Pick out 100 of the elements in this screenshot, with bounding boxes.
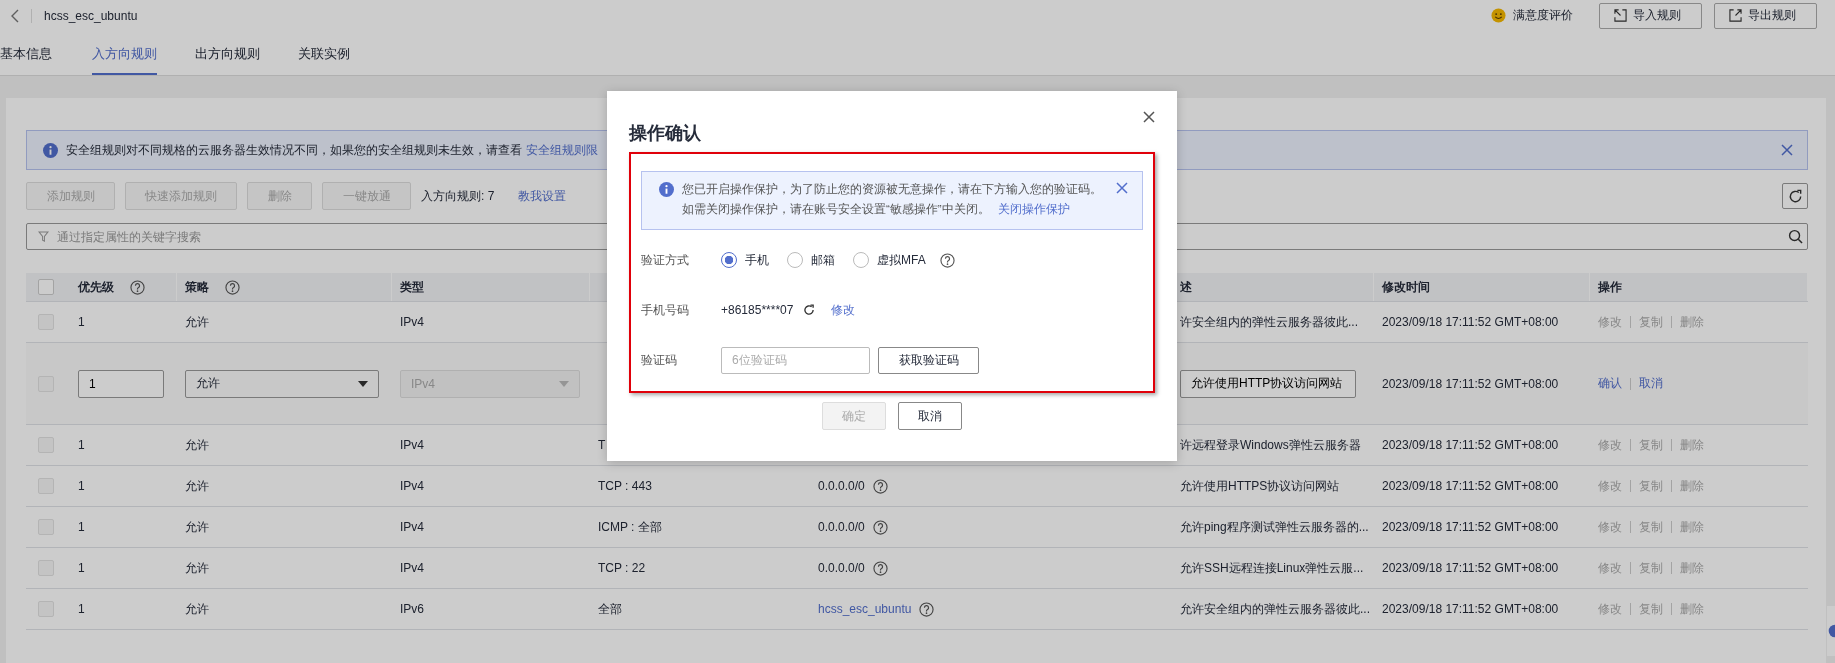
feedback-link[interactable]: 满意度评价 (1513, 7, 1573, 25)
table-cell: IPv6 (400, 602, 424, 616)
table-cell: 1 (78, 602, 85, 616)
info-icon (659, 182, 674, 197)
table-cell: 允许 (185, 518, 209, 536)
import-button[interactable]: 导入规则 (1599, 2, 1702, 29)
table-cell: 允许ping程序测试弹性云服务器的... (1180, 518, 1369, 536)
tab[interactable]: 出方向规则 (195, 31, 260, 75)
table-cell: 允许安全组内的弹性云服务器彼此... (1180, 600, 1370, 618)
field-label: 手机号码 (641, 301, 690, 319)
smiley-icon[interactable] (1491, 8, 1506, 24)
table-cell: 2023/09/18 17:11:52 GMT+08:00 (1382, 438, 1559, 452)
action-link[interactable]: 确认 (1598, 375, 1622, 392)
table-cell: IPv4 (400, 479, 424, 493)
field-label: 验证码 (641, 351, 678, 369)
export-icon (1729, 9, 1742, 23)
radio-button[interactable] (721, 252, 737, 268)
column-header: 类型 (400, 278, 424, 296)
table-cell: 1 (78, 520, 85, 534)
notice-text: 如需关闭操作保护，请在账号安全设置“敏感操作”中关闭。 (682, 203, 990, 215)
description-input[interactable]: 允许使用HTTP协议访问网站 (1180, 369, 1356, 398)
table-cell: 全部 (598, 600, 622, 618)
table-cell: 2023/09/18 17:11:52 GMT+08:00 (1382, 602, 1559, 616)
table-cell: TCP : 443 (598, 479, 652, 493)
table-cell: 允许 (185, 436, 209, 454)
source-link[interactable]: hcss_esc_ubuntu (818, 602, 912, 616)
table-cell: 1 (78, 561, 85, 575)
code-input[interactable]: 6位验证码 (721, 346, 870, 374)
help-icon[interactable] (872, 560, 888, 576)
help-icon[interactable] (919, 601, 935, 617)
get-code-button[interactable]: 获取验证码 (878, 346, 979, 374)
rule-count: 入方向规则: 7 (421, 187, 495, 205)
checkbox[interactable] (38, 478, 54, 494)
table-cell: 2023/09/18 17:11:52 GMT+08:00 (1382, 376, 1559, 391)
table-cell: T (598, 438, 606, 452)
search-icon[interactable] (1788, 229, 1803, 244)
table-cell: 2023/09/18 17:11:52 GMT+08:00 (1382, 520, 1559, 534)
cancel-button[interactable]: 取消 (898, 402, 962, 430)
back-icon[interactable] (10, 8, 19, 23)
column-header: 操作 (1598, 278, 1622, 296)
table-cell: IPv4 (400, 438, 424, 452)
table-cell: 允许 (185, 477, 209, 495)
table-cell: IPv4 (400, 315, 424, 329)
help-icon[interactable] (872, 519, 888, 535)
radio-label[interactable]: 邮箱 (811, 251, 835, 269)
phone-number: +86185****07 (721, 303, 794, 317)
help-icon[interactable] (130, 279, 145, 295)
table-cell: 2023/09/18 17:11:52 GMT+08:00 (1382, 561, 1559, 575)
dialog-title: 操作确认 (629, 122, 701, 145)
page-title: hcss_esc_ubuntu (44, 8, 138, 23)
priority-input[interactable]: 1 (78, 369, 164, 398)
import-icon (1614, 9, 1627, 23)
notice-link[interactable]: 关闭操作保护 (997, 203, 1070, 215)
field-label: 验证方式 (641, 251, 690, 269)
table-cell: 0.0.0.0/0 (818, 520, 865, 534)
table-cell: 允许SSH远程连接Linux弹性云服... (1180, 559, 1364, 577)
table-cell: 0.0.0.0/0 (818, 479, 865, 493)
tab[interactable]: 关联实例 (298, 31, 350, 75)
close-icon[interactable] (1116, 182, 1128, 194)
help-icon[interactable] (939, 252, 955, 268)
tab[interactable]: 基本信息 (0, 31, 52, 75)
help-icon[interactable] (225, 279, 240, 295)
radio-label[interactable]: 虚拟MFA (877, 251, 926, 269)
checkbox[interactable] (38, 279, 54, 295)
radio-label[interactable]: 手机 (745, 251, 769, 269)
checkbox[interactable] (38, 601, 54, 617)
close-icon[interactable] (1143, 111, 1155, 123)
help-icon[interactable] (872, 478, 888, 494)
help-link[interactable]: 教我设置 (518, 187, 567, 205)
refresh-button[interactable] (1782, 183, 1808, 209)
column-header: 修改时间 (1382, 278, 1430, 296)
notice-text: 安全组规则对不同规格的云服务器生效情况不同，如果您的安全组规则未生效，请查看 (66, 141, 522, 159)
checkbox[interactable] (38, 560, 54, 576)
column-header: 策略 (185, 278, 209, 296)
table-cell: 1 (78, 479, 85, 493)
export-button[interactable]: 导出规则 (1714, 2, 1817, 29)
notice-link[interactable]: 安全组规则限 (526, 141, 598, 159)
edit-link[interactable]: 修改 (831, 301, 856, 319)
checkbox[interactable] (38, 437, 54, 453)
action-link[interactable]: 取消 (1639, 375, 1663, 392)
radio-button[interactable] (853, 252, 869, 268)
refresh-icon[interactable] (803, 304, 816, 316)
notice-text: 您已开启操作保护，为了防止您的资源被无意操作，请在下方输入您的验证码。 (682, 182, 1103, 197)
table-cell: 允许 (185, 313, 209, 331)
checkbox[interactable] (38, 519, 54, 535)
column-header: 述 (1180, 278, 1192, 296)
table-cell: 许安全组内的弹性云服务器彼此... (1180, 313, 1358, 331)
filter-icon (38, 231, 49, 242)
table-cell: ICMP : 全部 (598, 518, 662, 536)
caret-icon (559, 380, 569, 387)
policy-select[interactable]: 允许 (185, 369, 379, 398)
column-header: 优先级 (78, 278, 114, 296)
table-cell: 许远程登录Windows弹性云服务器 (1180, 436, 1361, 454)
table-cell: 2023/09/18 17:11:52 GMT+08:00 (1382, 315, 1559, 329)
radio-button[interactable] (787, 252, 803, 268)
refresh-icon (1787, 188, 1803, 204)
table-cell: 允许 (185, 559, 209, 577)
table-cell: 0.0.0.0/0 (818, 561, 865, 575)
checkbox[interactable] (38, 314, 54, 330)
close-icon[interactable] (1781, 144, 1793, 156)
